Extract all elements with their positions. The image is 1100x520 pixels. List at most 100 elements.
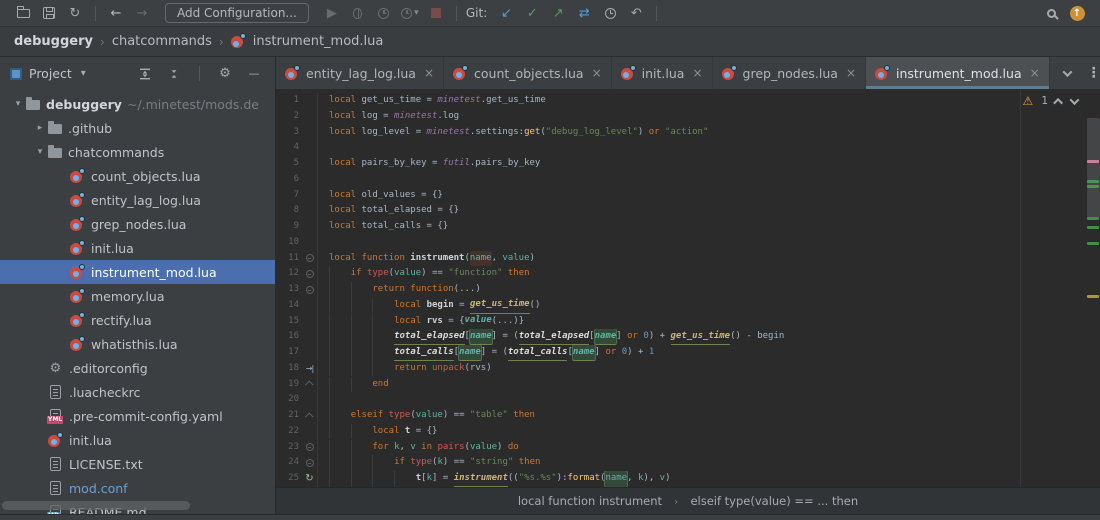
tree-item-license-txt[interactable]: LICENSE.txt [0,452,275,476]
chevron-closed-icon[interactable]: ▸ [32,123,48,133]
breadcrumb-statement[interactable]: elseif type(value) == ... then [690,494,858,508]
code-line-8[interactable]: 8 local total_elapsed = {} [276,203,1100,219]
tree-item-init-lua[interactable]: init.lua [0,428,275,452]
next-issue-icon[interactable] [1069,94,1080,105]
open-folder-icon[interactable] [10,2,36,24]
chevron-down-icon[interactable]: ▾ [81,68,86,79]
tree-item-whatisthis-lua[interactable]: whatisthis.lua [0,332,275,356]
hide-panel-icon[interactable]: — [243,63,265,85]
horizontal-scrollbar[interactable] [2,501,190,510]
git-update-icon[interactable]: ↙ [493,2,519,24]
fold-collapse-icon[interactable] [302,443,317,452]
profiler-icon[interactable]: ▾ [397,2,423,24]
tab-entity-lag-log-lua[interactable]: entity_lag_log.lua × [276,57,444,89]
code-line-1[interactable]: 1 local get_us_time = minetest .get_us_tim… [276,93,1100,109]
code-line-6[interactable]: 6 [276,171,1100,188]
code-line-3[interactable]: 3 local log_level = minetest .settings: get… [276,124,1100,141]
prev-issue-icon[interactable] [1053,97,1064,108]
run-icon[interactable]: ▶ [319,2,345,24]
tree-item-init-lua[interactable]: init.lua [0,236,275,260]
code-line-16[interactable]: 16 total_elapsed[name] = (total_elapsed[n… [276,329,1100,345]
code-line-5[interactable]: 5 local pairs_by_key = futil .pairs_by_key [276,156,1100,172]
tab-instrument-mod-lua[interactable]: instrument_mod.lua × [866,57,1050,89]
tab-count-objects-lua[interactable]: count_objects.lua × [444,57,612,89]
tab-grep-nodes-lua[interactable]: grep_nodes.lua × [713,57,866,89]
hidden-tabs-chevron-icon[interactable] [1062,66,1073,77]
fold-end-icon[interactable] [302,380,317,390]
more-options-icon[interactable]: ⋮ [1087,65,1100,81]
close-icon[interactable]: × [592,66,602,80]
tree-item-editorconfig[interactable]: ⚙ .editorconfig [0,356,275,380]
code-line-10[interactable]: 10 [276,234,1100,251]
close-icon[interactable]: × [692,66,702,80]
tab-init-lua[interactable]: init.lua × [612,57,713,89]
code-line-4[interactable]: 4 [276,140,1100,156]
gear-icon[interactable]: ⚙ [214,63,236,85]
tree-item-debuggery[interactable]: ▾ debuggery ~/.minetest/mods.de [0,92,275,116]
code-editor[interactable]: 1 local get_us_time = minetest .get_us_tim… [276,90,1100,487]
git-rollback-icon[interactable]: ↶ [623,2,649,24]
code-line-23[interactable]: 23 for k, v in pairs(value) do [276,439,1100,456]
fold-end-icon[interactable] [302,412,317,421]
code-line-19[interactable]: 19 end [276,376,1100,393]
coverage-icon[interactable] [371,2,397,24]
close-icon[interactable]: × [424,66,434,80]
stripe-mark[interactable] [1087,295,1099,298]
search-icon[interactable] [1038,2,1064,24]
breadcrumb-folder[interactable]: chatcommands [112,34,212,49]
code-line-22[interactable]: 22 local t = {} [276,423,1100,440]
code-line-21[interactable]: 21 elseif type(value) == "table" then [276,408,1100,424]
tree-item-entity-lag-log-lua[interactable]: entity_lag_log.lua [0,188,275,212]
scrollbar-thumb[interactable] [1087,118,1100,218]
recursive-call-icon[interactable]: ↻ [302,473,317,484]
fold-collapse-icon[interactable] [302,285,317,294]
add-configuration-button[interactable]: Add Configuration... [165,3,309,23]
error-stripe[interactable] [1086,90,1100,487]
code-line-18[interactable]: 18 →| return unpack (rvs) [276,360,1100,377]
tree-item-chatcommands[interactable]: ▾ chatcommands [0,140,275,164]
fold-collapse-icon[interactable] [302,270,317,279]
code-line-25[interactable]: 25 ↻ t[k] = instrument(("%s.%s"): format(na… [276,471,1100,487]
tree-item-luacheckrc[interactable]: .luacheckrc [0,380,275,404]
stripe-mark[interactable] [1087,242,1099,245]
code-line-13[interactable]: 13 return function (...) [276,282,1100,298]
git-push-icon[interactable]: ↗ [545,2,571,24]
stripe-mark[interactable] [1087,226,1099,229]
code-line-14[interactable]: 14 local begin = get_us_time() [276,297,1100,314]
tree-item-grep-nodes-lua[interactable]: grep_nodes.lua [0,212,275,236]
collapse-all-icon[interactable] [163,63,185,85]
git-commit-icon[interactable]: ✓ [519,2,545,24]
code-line-17[interactable]: 17 total_calls[name] = (total_calls[name]… [276,345,1100,361]
stripe-mark[interactable] [1087,180,1099,183]
code-line-9[interactable]: 9 local total_calls = {} [276,219,1100,235]
breadcrumb-file[interactable]: instrument_mod.lua [253,34,384,49]
tree-item-github[interactable]: ▸ .github [0,116,275,140]
chevron-open-icon[interactable]: ▾ [10,99,26,109]
tree-item-instrument-mod-lua[interactable]: instrument_mod.lua [0,260,275,284]
debug-icon[interactable] [345,2,371,24]
code-line-11[interactable]: 11 local function instrument(name, value) [276,250,1100,267]
fold-collapse-icon[interactable] [302,459,317,468]
save-icon[interactable] [36,2,62,24]
tree-item-memory-lua[interactable]: memory.lua [0,284,275,308]
fold-collapse-icon[interactable] [302,254,317,263]
code-line-15[interactable]: 15 local rvs = {value (...)} [276,313,1100,330]
expand-all-icon[interactable] [134,63,156,85]
stripe-mark[interactable] [1087,217,1099,220]
code-line-2[interactable]: 2 local log = minetest .log [276,108,1100,125]
stop-icon[interactable] [423,2,449,24]
tree-item-rectify-lua[interactable]: rectify.lua [0,308,275,332]
chevron-open-icon[interactable]: ▾ [32,147,48,157]
update-available-badge[interactable]: ↑ [1064,2,1090,24]
tree-item-count-objects-lua[interactable]: count_objects.lua [0,164,275,188]
code-line-7[interactable]: 7 local old_values = {} [276,187,1100,204]
close-icon[interactable]: × [846,66,856,80]
tree-item-pre-commit-config-yaml[interactable]: YML .pre-commit-config.yaml [0,404,275,428]
breadcrumb-function[interactable]: local function instrument [518,494,662,508]
code-line-20[interactable]: 20 [276,392,1100,408]
back-icon[interactable]: ← [103,2,129,24]
stripe-mark[interactable] [1087,185,1099,188]
code-line-12[interactable]: 12 if type(value) == "function" then [276,266,1100,282]
forward-icon[interactable]: → [129,2,155,24]
breadcrumb-project[interactable]: debuggery [14,34,93,49]
